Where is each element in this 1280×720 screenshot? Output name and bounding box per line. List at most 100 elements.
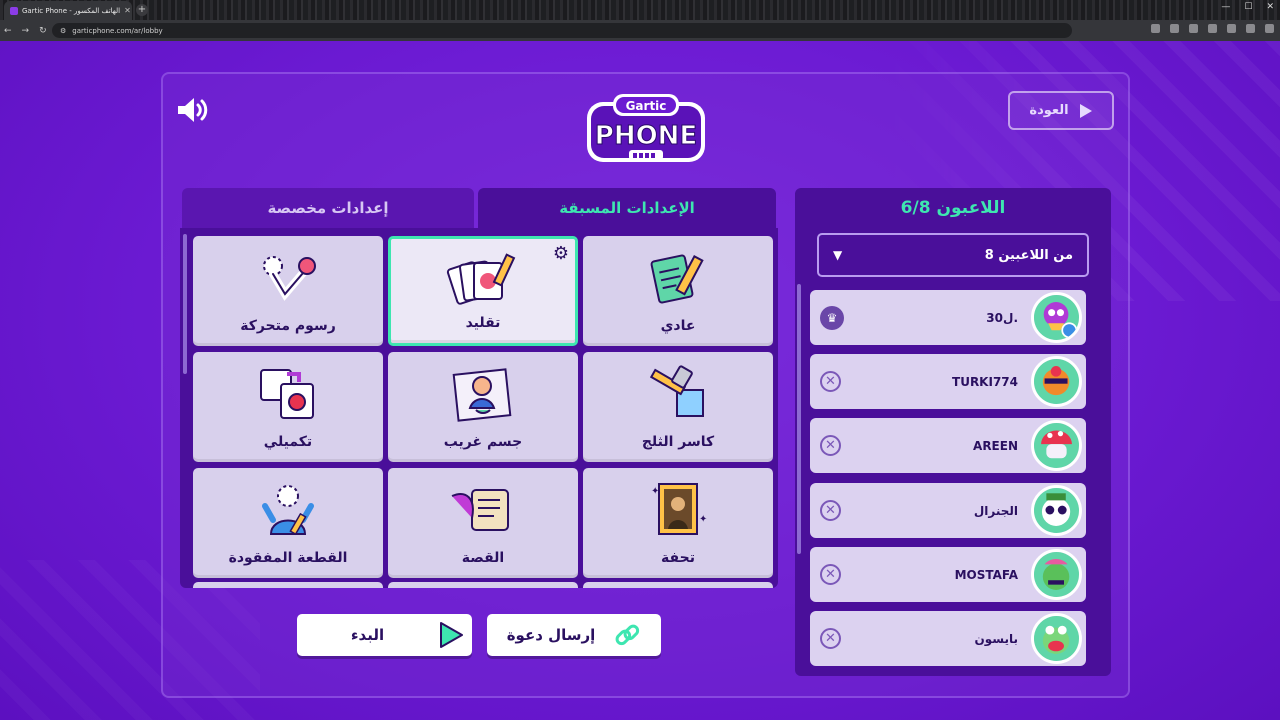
minimize-icon[interactable]: —: [1221, 2, 1230, 12]
browser-tab[interactable]: Gartic Phone - الهاتف المكسور ✕: [4, 1, 132, 20]
kick-player-icon[interactable]: ✕: [820, 500, 841, 521]
players-panel: اللاعبون 6/8 ▼ 8 من اللاعبين ♛ 3ل0. ✕ TU…: [795, 188, 1111, 676]
extension-icons: [1151, 24, 1274, 33]
player-name: 3ل0.: [986, 310, 1018, 325]
player-row: ♛ 3ل0.: [810, 290, 1086, 345]
svg-text:PHONE: PHONE: [595, 121, 697, 151]
play-arrow-icon: [1079, 103, 1092, 118]
start-button[interactable]: البدء: [297, 614, 472, 656]
player-row: ✕ AREEN: [810, 418, 1086, 473]
invite-label: إرسال دعوة: [506, 626, 596, 644]
mode-label: تكميلي: [263, 434, 313, 450]
crown-icon: ♛: [820, 306, 844, 330]
player-avatar: [1031, 613, 1082, 664]
animation-icon: [263, 256, 316, 301]
mona-lisa-icon: ✦ ✦: [651, 483, 707, 535]
mode-label: تقليد: [465, 315, 501, 331]
mode-card-strange-body[interactable]: جسم غريب: [388, 352, 578, 462]
mode-label: تحفة: [661, 550, 695, 566]
extension-icon[interactable]: [1227, 24, 1236, 33]
mode-card-partial: [583, 582, 773, 588]
max-players-value: 8 من اللاعبين: [984, 247, 1073, 263]
notepad-pencil-icon: [650, 254, 704, 304]
browser-tab-title: Gartic Phone - الهاتف المكسور: [22, 6, 121, 15]
url-text: garticphone.com/ar/lobby: [72, 26, 163, 35]
player-name: AREEN: [973, 438, 1018, 453]
mode-label: القصة: [461, 550, 505, 566]
kick-player-icon[interactable]: ✕: [820, 628, 841, 649]
svg-text:✦: ✦: [651, 486, 659, 497]
mode-card-masterpiece[interactable]: ✦ ✦ تحفة: [583, 468, 773, 578]
mode-card-partial: [388, 582, 578, 588]
extension-icon[interactable]: [1189, 24, 1198, 33]
max-players-select[interactable]: ▼ 8 من اللاعبين: [817, 233, 1089, 277]
mode-card-normal[interactable]: عادي: [583, 236, 773, 346]
play-icon: [440, 622, 463, 648]
mode-card-animation[interactable]: رسوم متحركة: [193, 236, 383, 346]
start-label: البدء: [350, 626, 385, 644]
close-window-icon[interactable]: ✕: [1266, 2, 1274, 12]
players-scrollbar[interactable]: [797, 284, 801, 554]
kick-player-icon[interactable]: ✕: [820, 371, 841, 392]
kick-player-icon[interactable]: ✕: [820, 435, 841, 456]
kick-player-icon[interactable]: ✕: [820, 564, 841, 585]
reload-icon[interactable]: ↻: [39, 26, 47, 36]
mode-grid: عادي ⚙ تقليد رسوم متحركة كاسر الثلج جسم …: [180, 228, 778, 588]
missing-piece-icon: [262, 485, 314, 536]
ice-hammer-icon: [649, 365, 704, 417]
mode-label: رسوم متحركة: [240, 318, 336, 334]
mode-label: القطعة المفقودة: [228, 550, 348, 566]
tab-custom-settings[interactable]: إعدادات مخصصة: [182, 188, 474, 228]
extension-icon[interactable]: [1208, 24, 1217, 33]
mode-tabs: إعدادات مخصصة الإعدادات المسبقة: [180, 188, 778, 230]
site-info-icon[interactable]: ⚙: [60, 27, 66, 35]
link-icon: [615, 624, 640, 646]
mode-card-story[interactable]: القصة: [388, 468, 578, 578]
scroll-quill-icon: [451, 489, 509, 531]
player-avatar: [1031, 420, 1082, 471]
maximize-icon[interactable]: ☐: [1244, 2, 1252, 12]
player-row: ✕ الجنرال: [810, 483, 1086, 538]
close-tab-icon[interactable]: ✕: [124, 6, 131, 15]
mode-grid-scrollbar[interactable]: [183, 234, 187, 374]
extension-icon[interactable]: [1170, 24, 1179, 33]
sound-icon[interactable]: [176, 96, 212, 124]
svg-text:Gartic: Gartic: [626, 99, 667, 113]
player-name: TURKI774: [952, 374, 1018, 389]
cards-pencil-icon: [446, 253, 516, 305]
player-name: MOSTAFA: [954, 567, 1018, 582]
extension-icon[interactable]: [1151, 24, 1160, 33]
address-bar[interactable]: ⚙ garticphone.com/ar/lobby: [52, 23, 1072, 38]
extension-icon[interactable]: [1246, 24, 1255, 33]
back-button[interactable]: العودة: [1008, 91, 1114, 130]
mode-card-partial: [193, 582, 383, 588]
forward-nav-icon[interactable]: →: [22, 26, 30, 36]
mode-label: عادي: [660, 318, 696, 334]
new-tab-button[interactable]: +: [136, 4, 148, 16]
game-modes-panel: إعدادات مخصصة الإعدادات المسبقة عادي ⚙ ت…: [180, 188, 778, 598]
gartic-phone-logo: Gartic PHONE: [587, 94, 705, 162]
players-title: اللاعبون 6/8: [900, 198, 1006, 218]
invite-button[interactable]: إرسال دعوة: [487, 614, 661, 656]
player-row: ✕ TURKI774: [810, 354, 1086, 409]
mode-label: جسم غريب: [443, 434, 523, 450]
mode-label: كاسر الثلج: [641, 434, 715, 450]
back-label: العودة: [1029, 103, 1069, 118]
player-avatar: [1031, 292, 1082, 343]
mode-card-complement[interactable]: تكميلي: [193, 352, 383, 462]
window-controls: — ☐ ✕: [1221, 2, 1274, 12]
back-nav-icon[interactable]: ←: [4, 26, 12, 36]
player-avatar: [1031, 485, 1082, 536]
caret-down-icon: ▼: [833, 248, 843, 262]
gartic-favicon-icon: [10, 6, 18, 15]
mode-card-icebreaker[interactable]: كاسر الثلج: [583, 352, 773, 462]
tab-preset-settings[interactable]: الإعدادات المسبقة: [478, 188, 776, 228]
player-row: ✕ بايسون: [810, 611, 1086, 666]
gear-icon[interactable]: ⚙: [553, 245, 569, 263]
mode-card-imitation[interactable]: ⚙ تقليد: [388, 236, 578, 346]
browser-tab-strip: Gartic Phone - الهاتف المكسور ✕ + — ☐ ✕: [0, 0, 1280, 20]
player-name: بايسون: [974, 631, 1019, 646]
mode-card-missing-piece[interactable]: القطعة المفقودة: [193, 468, 383, 578]
extension-icon[interactable]: [1265, 24, 1274, 33]
player-name: الجنرال: [973, 503, 1018, 518]
